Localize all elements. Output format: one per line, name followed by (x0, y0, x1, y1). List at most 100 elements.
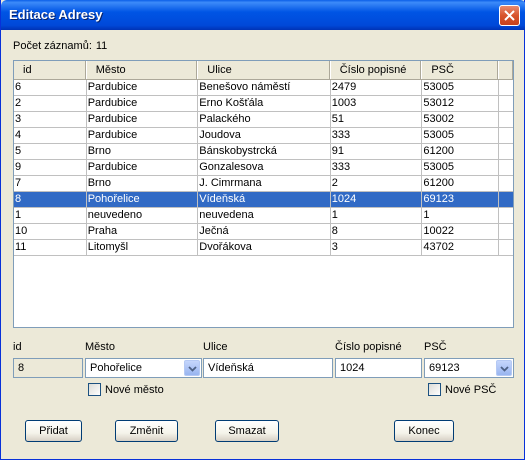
table-row[interactable]: 8 Pohořelice Vídeňská 1024 69123 (14, 192, 513, 208)
cell-psc: 53005 (422, 160, 500, 176)
cell-ulice: Dvořákova (198, 240, 331, 256)
ulice-label: Ulice (203, 341, 228, 353)
table-row[interactable]: 11 Litomyšl Dvořákova 3 43702 (14, 240, 513, 256)
cell-ulice: Palackého (198, 112, 331, 128)
id-field: 8 (13, 358, 83, 378)
column-header-psc[interactable]: PSČ (422, 61, 500, 79)
cislo-input[interactable]: 1024 (335, 358, 422, 378)
cell-cislo: 2 (330, 176, 423, 192)
psc-dropdown-button[interactable] (496, 360, 512, 376)
cell-cislo: 91 (330, 144, 423, 160)
new-psc-checkbox[interactable]: Nové PSČ (428, 383, 496, 396)
cell-mesto: Pardubice (86, 112, 199, 128)
cell-cislo: 3 (330, 240, 423, 256)
new-city-checkbox[interactable]: Nové město (88, 383, 164, 396)
cell-psc: 53005 (422, 128, 500, 144)
column-header-mesto[interactable]: Město (87, 61, 199, 79)
cell-ulice: Erno Košťála (198, 96, 331, 112)
cell-filler (499, 80, 513, 96)
close-icon (504, 10, 515, 21)
record-count-label: Počet záznamů: (13, 40, 92, 52)
cell-psc: 61200 (422, 176, 500, 192)
cell-cislo: 1 (330, 208, 423, 224)
table-row[interactable]: 9 Pardubice Gonzalesova 333 53005 (14, 160, 513, 176)
column-header-id[interactable]: id (14, 61, 87, 79)
add-button[interactable]: Přidat (25, 420, 82, 442)
cell-filler (499, 96, 513, 112)
psc-value: 69123 (429, 362, 460, 374)
cell-id: 8 (14, 192, 87, 208)
cell-id: 5 (14, 144, 87, 160)
cell-cislo: 51 (330, 112, 423, 128)
cell-mesto: Litomyšl (86, 240, 199, 256)
cell-id: 1 (14, 208, 87, 224)
psc-combobox[interactable]: 69123 (424, 358, 514, 378)
cell-ulice: Bánskobystrcká (198, 144, 331, 160)
cell-mesto: Brno (86, 144, 199, 160)
cell-cislo: 1003 (330, 96, 423, 112)
id-label: id (13, 341, 22, 353)
table-row[interactable]: 6 Pardubice Benešovo náměstí 2479 53005 (14, 80, 513, 96)
change-button[interactable]: Změnit (115, 420, 178, 442)
table-row[interactable]: 4 Pardubice Joudova 333 53005 (14, 128, 513, 144)
chevron-down-icon (500, 366, 509, 372)
column-header-cislo[interactable]: Číslo popisné (331, 61, 423, 79)
cell-psc: 10022 (422, 224, 500, 240)
cell-psc: 1 (422, 208, 500, 224)
cell-id: 4 (14, 128, 87, 144)
cell-mesto: Pardubice (86, 128, 199, 144)
record-count: Počet záznamů: 11 (13, 40, 107, 52)
cell-ulice: Vídeňská (198, 192, 331, 208)
cell-ulice: Gonzalesova (198, 160, 331, 176)
cell-ulice: J. Cimrmana (198, 176, 331, 192)
address-table[interactable]: id Město Ulice Číslo popisné PSČ 6 Pardub… (13, 60, 514, 328)
close-button[interactable]: Konec (394, 420, 454, 442)
cell-id: 2 (14, 96, 87, 112)
cell-cislo: 2479 (330, 80, 423, 96)
cislo-label: Číslo popisné (335, 341, 402, 353)
table-row[interactable]: 3 Pardubice Palackého 51 53002 (14, 112, 513, 128)
cell-id: 6 (14, 80, 87, 96)
mesto-dropdown-button[interactable] (184, 360, 200, 376)
title-bar[interactable]: Editace Adresy (1, 0, 525, 30)
cell-mesto: Praha (86, 224, 199, 240)
cell-psc: 61200 (422, 144, 500, 160)
delete-button[interactable]: Smazat (215, 420, 279, 442)
cell-filler (499, 224, 513, 240)
cell-mesto: Brno (86, 176, 199, 192)
new-psc-checkbox-box[interactable] (428, 383, 441, 396)
cell-cislo: 333 (330, 128, 423, 144)
table-body: 6 Pardubice Benešovo náměstí 2479 53005 2 Pard… (14, 80, 513, 256)
mesto-label: Město (85, 341, 115, 353)
psc-label: PSČ (424, 341, 447, 353)
mesto-combobox[interactable]: Pohořelice (85, 358, 202, 378)
cell-ulice: neuvedena (198, 208, 331, 224)
cell-filler (499, 208, 513, 224)
cell-filler (499, 176, 513, 192)
cell-psc: 43702 (422, 240, 500, 256)
table-header: id Město Ulice Číslo popisné PSČ (14, 61, 513, 80)
table-row[interactable]: 10 Praha Ječná 8 10022 (14, 224, 513, 240)
cell-filler (499, 192, 513, 208)
table-row[interactable]: 5 Brno Bánskobystrcká 91 61200 (14, 144, 513, 160)
new-psc-label: Nové PSČ (445, 383, 497, 396)
ulice-input[interactable]: Vídeňská (203, 358, 333, 378)
cell-mesto: neuvedeno (86, 208, 199, 224)
address-editor-window: Editace Adresy Počet záznamů: 11 id Měst… (0, 0, 525, 460)
cell-mesto: Pardubice (86, 80, 199, 96)
new-city-checkbox-box[interactable] (88, 383, 101, 396)
table-row[interactable]: 7 Brno J. Cimrmana 2 61200 (14, 176, 513, 192)
table-row[interactable]: 1 neuvedeno neuvedena 1 1 (14, 208, 513, 224)
cell-psc: 53012 (422, 96, 500, 112)
cell-psc: 53005 (422, 80, 500, 96)
cell-ulice: Joudova (198, 128, 331, 144)
new-city-label: Nové město (105, 383, 164, 396)
column-header-ulice[interactable]: Ulice (198, 61, 331, 79)
column-header-filler (499, 61, 513, 79)
cell-id: 11 (14, 240, 87, 256)
cell-mesto: Pohořelice (86, 192, 199, 208)
close-window-button[interactable] (499, 5, 520, 26)
record-count-value: 11 (95, 40, 108, 52)
table-row[interactable]: 2 Pardubice Erno Košťála 1003 53012 (14, 96, 513, 112)
mesto-value: Pohořelice (90, 362, 142, 374)
